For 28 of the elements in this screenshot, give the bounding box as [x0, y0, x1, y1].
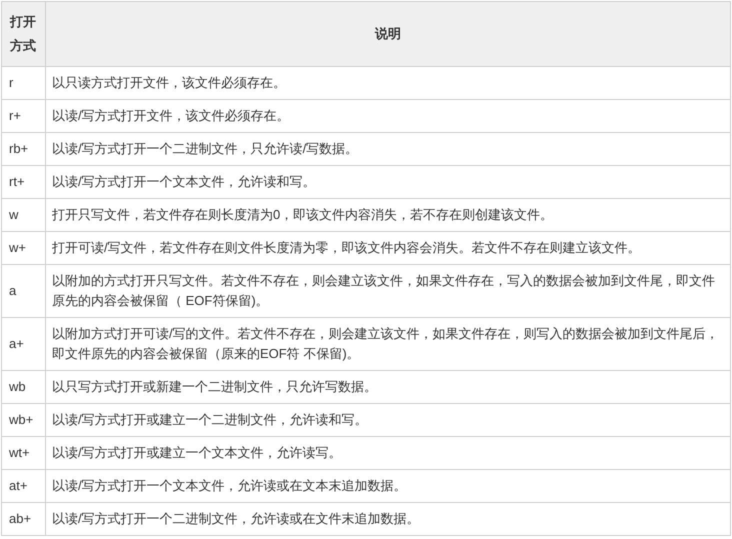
column-header: 打开方式: [2, 2, 46, 66]
table-cell: w+: [2, 232, 46, 264]
table-cell: 以读/写方式打开一个文本文件，允许读和写。: [46, 166, 730, 198]
table-cell: 以只读方式打开文件，该文件必须存在。: [46, 66, 730, 100]
table-cell: ab+: [2, 502, 46, 536]
table-cell: r: [2, 66, 46, 100]
table-cell: 打开只写文件，若文件存在则长度清为0，即该文件内容消失，若不存在则创建该文件。: [46, 198, 730, 232]
table-cell: 以读/写方式打开一个二进制文件，只允许读/写数据。: [46, 132, 730, 166]
table-cell: 以读/写方式打开一个二进制文件，允许读或在文件末追加数据。: [46, 502, 730, 536]
table-cell: rb+: [2, 132, 46, 166]
table-cell: r+: [2, 100, 46, 132]
table-cell: wb: [2, 370, 46, 404]
table-cell: a+: [2, 318, 46, 370]
table-cell: 以读/写方式打开或建立一个文本文件，允许读写。: [46, 436, 730, 470]
table-cell: w: [2, 198, 46, 232]
column-header: 说明: [46, 2, 730, 66]
table-cell: 以附加方式打开可读/写的文件。若文件不存在，则会建立该文件，如果文件存在，则写入的数据会被加到文件尾后，即文件原先的内容会被保留（原来的EOF符 不保留)。: [46, 318, 730, 370]
table-cell: rt+: [2, 166, 46, 198]
table-cell: 以读/写方式打开文件，该文件必须存在。: [46, 100, 730, 132]
table-cell: wt+: [2, 436, 46, 470]
table-cell: 以读/写方式打开或建立一个二进制文件，允许读和写。: [46, 404, 730, 436]
table-cell: 以附加的方式打开只写文件。若文件不存在，则会建立该文件，如果文件存在，写入的数据会被加到文件尾，即文件原先的内容会被保留（ EOF符保留)。: [46, 264, 730, 318]
table-cell: a: [2, 264, 46, 318]
table-cell: wb+: [2, 404, 46, 436]
table-cell: 以读/写方式打开一个文本文件，允许读或在文本末追加数据。: [46, 470, 730, 502]
table-cell: 打开可读/写文件，若文件存在则文件长度清为零，即该文件内容会消失。若文件不存在则建立该文件。: [46, 232, 730, 264]
table-cell: at+: [2, 470, 46, 502]
table-cell: 以只写方式打开或新建一个二进制文件，只允许写数据。: [46, 370, 730, 404]
